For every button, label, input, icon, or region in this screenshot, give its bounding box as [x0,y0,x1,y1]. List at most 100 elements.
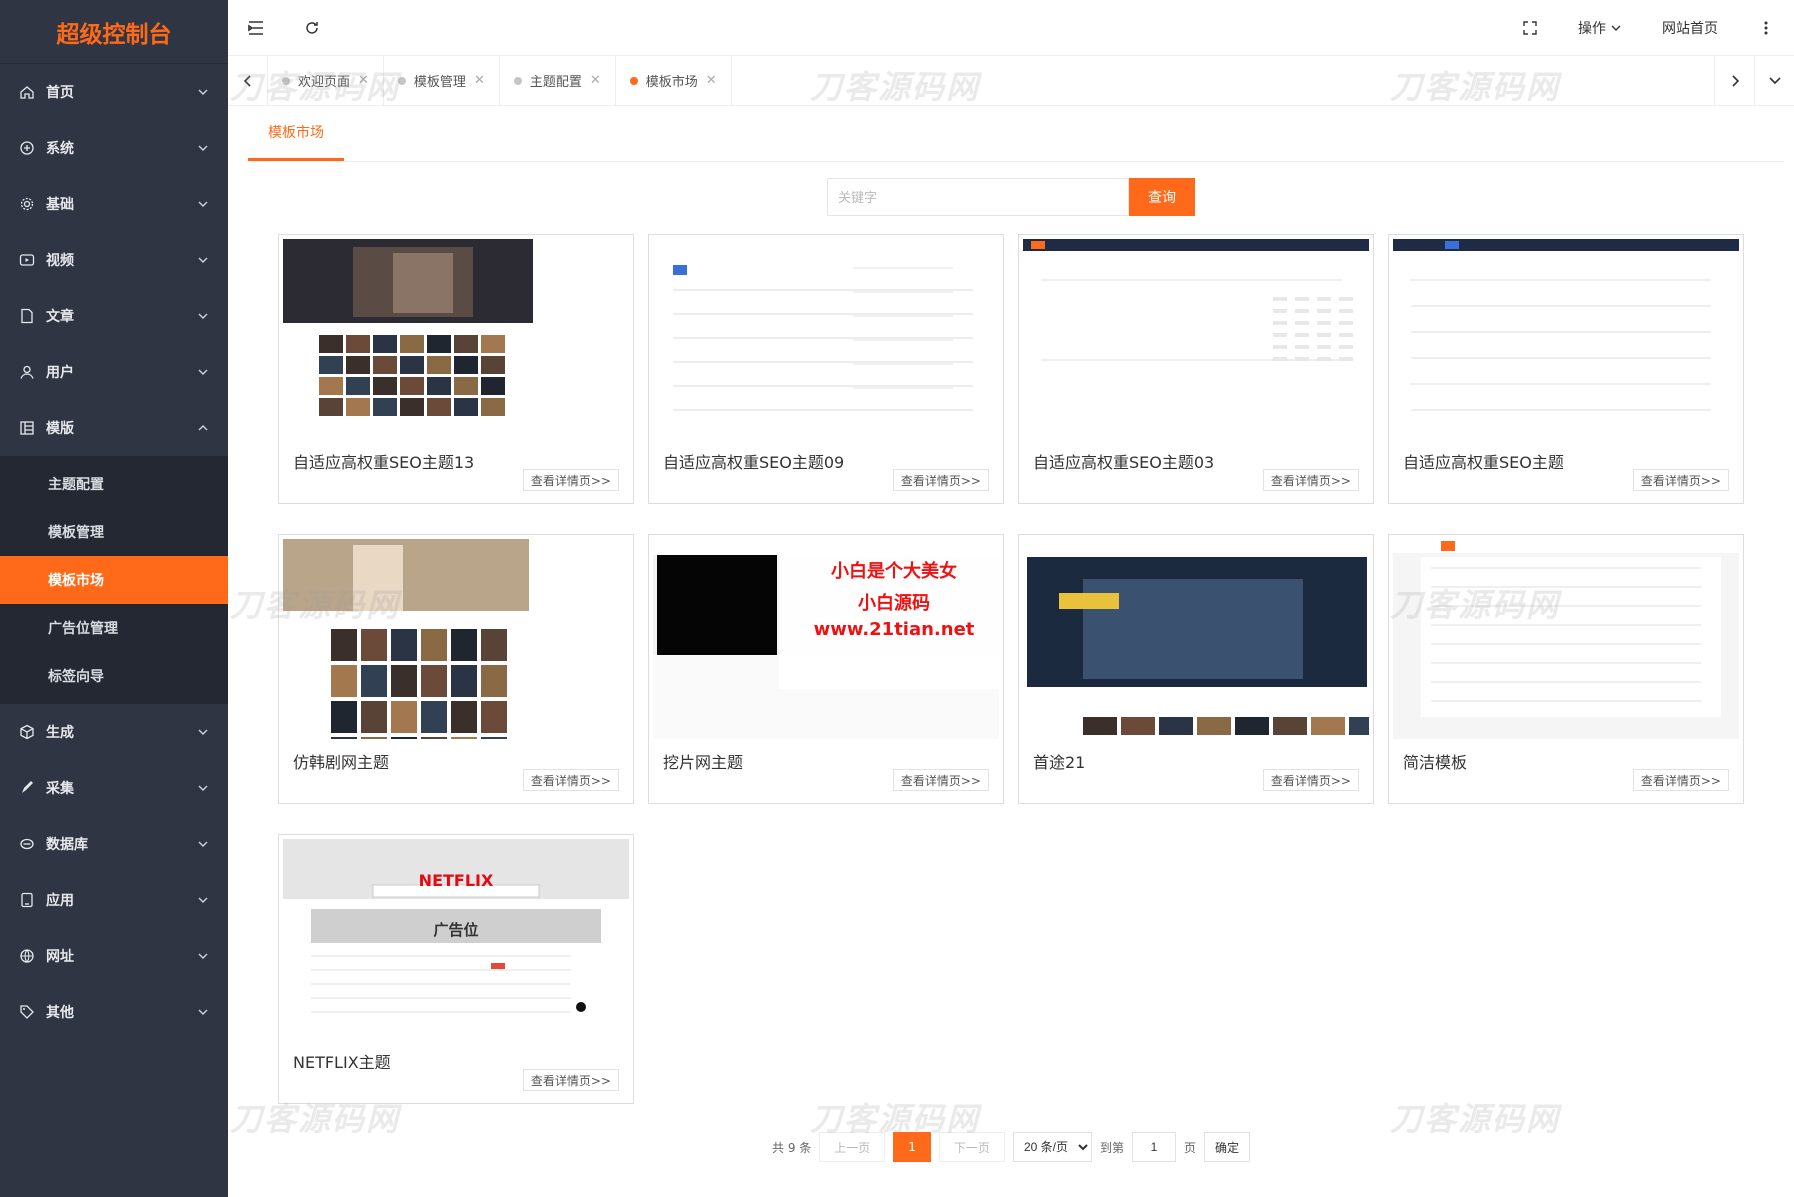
sidebar-item[interactable]: 用户 [0,344,228,400]
sidebar-item[interactable]: 基础 [0,176,228,232]
cube-icon [18,723,36,741]
pager-size-select[interactable]: 20 条/页 [1012,1132,1092,1162]
template-thumbnail[interactable] [1023,239,1369,439]
sidebar-subitem[interactable]: 模板市场 [0,556,228,604]
promo-overlay: 小白是个大美女 小白源码 www.21tian.net [779,539,999,689]
template-card: 仿韩剧网主题 查看详情页>> [278,534,634,804]
sidebar-item[interactable]: 模版 [0,400,228,456]
tabs-bar: 欢迎页面 ✕ 模板管理 ✕ 主题配置 ✕ 模板市场 ✕ [228,56,1794,106]
operate-label: 操作 [1578,20,1606,37]
template-card: 自适应高权重SEO主题09 查看详情页>> [648,234,1004,504]
sidebar-item[interactable]: 数据库 [0,816,228,872]
system-icon [18,139,36,157]
template-card: 简洁模板查看详情页>> [1388,534,1744,804]
app-icon [18,891,36,909]
template-title: 自适应高权重SEO主题09 [663,453,845,472]
search-button[interactable]: 查询 [1129,178,1195,216]
chevron-down-icon [196,365,210,379]
tab-label: 主题配置 [529,75,582,90]
pager-current-page[interactable]: 1 [893,1132,931,1162]
template-thumbnail[interactable] [653,239,999,439]
view-details-button[interactable]: 查看详情页>> [1262,769,1359,791]
tab-label: 模板市场 [645,75,698,90]
sidebar-item-label: 采集 [46,781,74,797]
sidebar-item-label: 应用 [46,893,74,909]
template-card: 自适应高权重SEO主题 查看详情页>> [1388,234,1744,504]
pager-confirm-button[interactable]: 确定 [1203,1132,1250,1162]
close-icon[interactable]: ✕ [474,73,485,88]
view-details-button[interactable]: 查看详情页>> [1262,469,1359,491]
fullscreen-icon[interactable] [1502,0,1558,56]
close-icon[interactable]: ✕ [590,73,601,88]
template-title: 首途21 [1033,753,1086,772]
sidebar-item[interactable]: 网址 [0,928,228,984]
template-thumbnail[interactable] [283,539,629,739]
view-details-button[interactable]: 查看详情页>> [522,469,619,491]
sidebar: 超级控制台 首页 系统基础视频 文章 用户模版主题配置 模板管理 模板市场 广告位管理 标签向… [0,0,228,1197]
ad-slot-label: 广告位 [433,921,479,939]
pager-page-input[interactable] [1131,1132,1176,1162]
sidebar-item[interactable]: 采集 [0,760,228,816]
user-icon [18,363,36,381]
tabs-list: 欢迎页面 ✕ 模板管理 ✕ 主题配置 ✕ 模板市场 ✕ [268,56,732,105]
pager-prev-button[interactable]: 上一页 [819,1132,886,1162]
template-thumbnail[interactable] [1023,539,1369,739]
sidebar-item[interactable]: 首页 [0,64,228,120]
chevron-down-icon [196,725,210,739]
view-details-button[interactable]: 查看详情页>> [1632,769,1729,791]
site-home-link[interactable]: 网站首页 [1642,0,1738,56]
template-title: 简洁模板 [1403,753,1468,772]
view-details-button[interactable]: 查看详情页>> [892,469,989,491]
template-thumbnail[interactable] [1393,239,1739,439]
chevron-down-icon [1611,25,1621,31]
brand-title: 超级控制台 [0,0,228,64]
tab-label: 模板管理 [413,75,466,90]
menu-toggle-icon[interactable] [228,0,284,56]
template-thumbnail[interactable] [283,239,629,439]
sidebar-item[interactable]: 其他 [0,984,228,1040]
sidebar-item[interactable]: 视频 [0,232,228,288]
search-input[interactable] [827,178,1129,216]
close-icon[interactable]: ✕ [706,73,717,88]
sidebar-item[interactable]: 文章 [0,288,228,344]
pen-icon [18,779,36,797]
template-thumbnail[interactable]: 小白是个大美女 小白源码 www.21tian.net [653,539,999,739]
page-tab[interactable]: 欢迎页面 ✕ [268,56,384,105]
pager-goto-label: 到第 [1099,1140,1124,1155]
view-details-button[interactable]: 查看详情页>> [1632,469,1729,491]
globe-icon [18,947,36,965]
page-tab[interactable]: 模板管理 ✕ [384,56,500,105]
template-card: 自适应高权重SEO主题13 查看详情页>> [278,234,634,504]
view-details-button[interactable]: 查看详情页>> [522,1069,619,1091]
view-details-button[interactable]: 查看详情页>> [892,769,989,791]
sidebar-item-label: 模版 [46,421,74,437]
pager-next-button[interactable]: 下一页 [938,1132,1005,1162]
close-icon[interactable]: ✕ [358,73,369,88]
view-details-button[interactable]: 查看详情页>> [522,769,619,791]
sidebar-item[interactable]: 系统 [0,120,228,176]
tabs-scroll-left-icon[interactable] [228,56,268,105]
sidebar-subitem[interactable]: 广告位管理 [0,604,228,652]
home-icon [18,83,36,101]
refresh-icon[interactable] [284,0,340,56]
more-vertical-icon[interactable] [1738,0,1794,56]
sidebar-subitem[interactable]: 主题配置 [0,460,228,508]
template-thumbnail[interactable] [1393,539,1739,739]
pager-page-unit: 页 [1183,1140,1196,1155]
tab-template-market[interactable]: 模板市场 [248,105,344,161]
sidebar-subitem[interactable]: 模板管理 [0,508,228,556]
tabs-scroll-right-icon[interactable] [1714,56,1754,105]
tab-status-dot [513,76,522,85]
page-tab[interactable]: 主题配置 ✕ [500,56,616,105]
sidebar-item[interactable]: 生成 [0,704,228,760]
tabs-dropdown-icon[interactable] [1754,56,1794,105]
pagination: 共 9 条 上一页 1 下一页 20 条/页 到第 页 确定 [228,1132,1794,1162]
template-thumbnail[interactable]: NETFLIX 广告位 [283,839,629,1039]
sidebar-item[interactable]: 应用 [0,872,228,928]
sidebar-subitem[interactable]: 标签向导 [0,652,228,700]
page-tab[interactable]: 模板市场 ✕ [616,56,732,105]
sidebar-item-label: 基础 [46,197,74,213]
chevron-down-icon [196,309,210,323]
operate-menu[interactable]: 操作 [1558,0,1642,56]
template-title: 挖片网主题 [663,753,744,772]
